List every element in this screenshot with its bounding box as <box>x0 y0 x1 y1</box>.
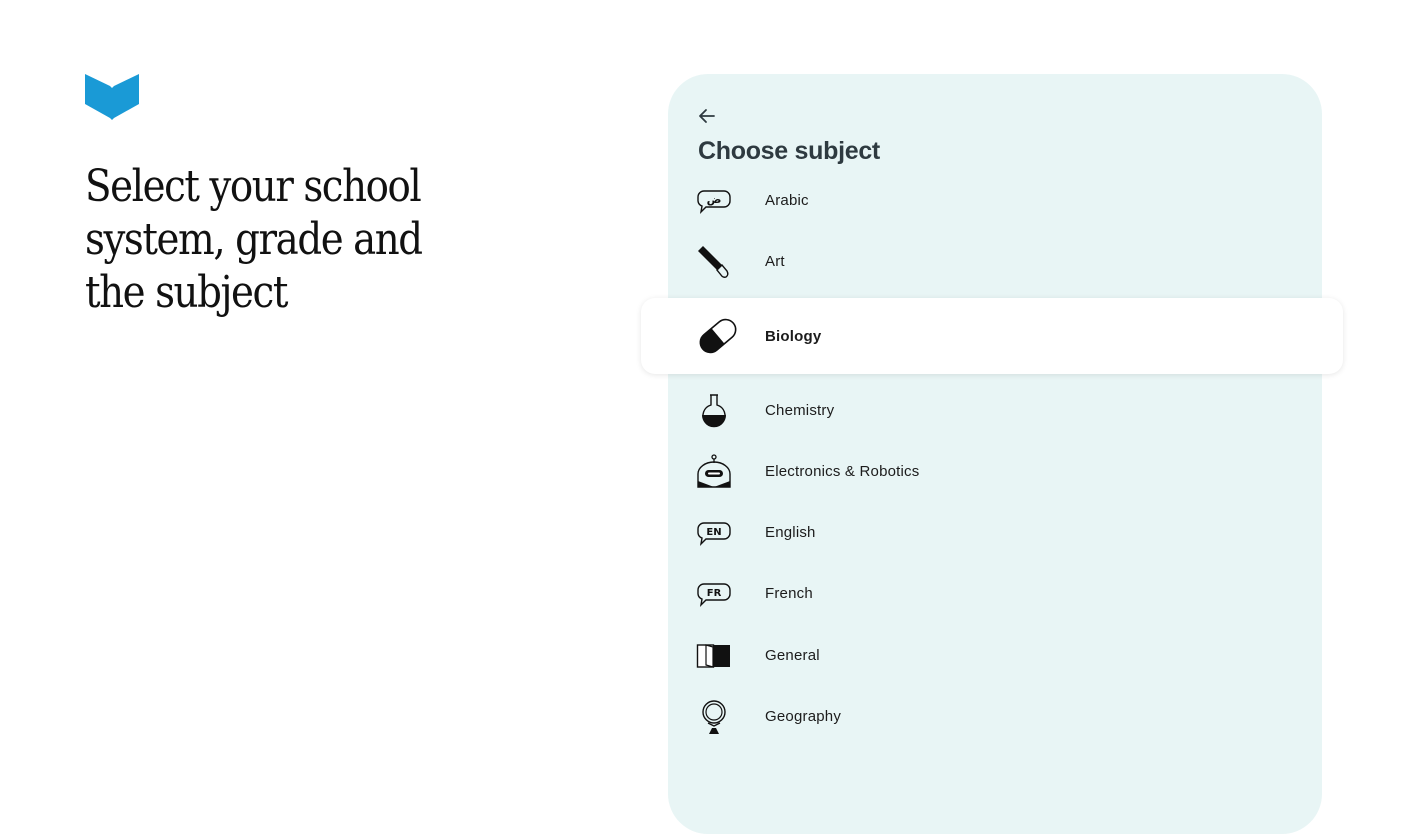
subject-item-geography[interactable]: Geography <box>668 686 1322 747</box>
panel-title: Choose subject <box>698 137 880 165</box>
subject-item-chemistry[interactable]: Chemistry <box>668 380 1322 441</box>
subject-label: Art <box>765 253 785 270</box>
subject-item-general[interactable]: General <box>668 625 1322 686</box>
subject-label: Electronics & Robotics <box>765 463 920 480</box>
french-speech-bubble-icon: FR <box>696 576 732 612</box>
hero-headline: Select your school system, grade and the… <box>85 160 455 319</box>
svg-text:EN: EN <box>706 527 721 538</box>
paintbrush-icon <box>696 244 732 280</box>
hero-line-2: system, grade and <box>85 214 423 265</box>
open-book-icon <box>696 638 732 674</box>
robot-icon <box>696 453 732 490</box>
globe-icon <box>696 699 732 735</box>
app-logo-icon <box>85 74 139 120</box>
subject-label: Biology <box>765 327 822 345</box>
subject-label: French <box>765 585 813 602</box>
hero-line-3: the subject <box>85 267 288 318</box>
hero-line-1: Select your school <box>85 161 422 212</box>
capsule-icon <box>696 314 740 358</box>
subject-item-french[interactable]: FR French <box>668 563 1322 624</box>
subject-label: Chemistry <box>765 402 835 419</box>
english-speech-bubble-icon: EN <box>696 515 732 551</box>
subject-item-english[interactable]: EN English <box>668 502 1322 563</box>
svg-text:FR: FR <box>707 588 722 599</box>
subject-label: Geography <box>765 708 842 725</box>
flask-icon <box>696 393 732 429</box>
subject-label: Arabic <box>765 192 809 209</box>
subject-label: General <box>765 647 820 664</box>
back-arrow-icon[interactable] <box>696 105 718 127</box>
subject-item-biology[interactable]: Biology <box>641 298 1343 374</box>
subject-item-electronics-robotics[interactable]: Electronics & Robotics <box>668 441 1322 502</box>
subject-item-art[interactable]: Art <box>668 231 1322 292</box>
svg-text:ض: ض <box>707 193 722 206</box>
subject-item-arabic[interactable]: ض Arabic <box>668 170 1322 231</box>
subject-label: English <box>765 524 816 541</box>
arabic-speech-bubble-icon: ض <box>696 183 732 219</box>
